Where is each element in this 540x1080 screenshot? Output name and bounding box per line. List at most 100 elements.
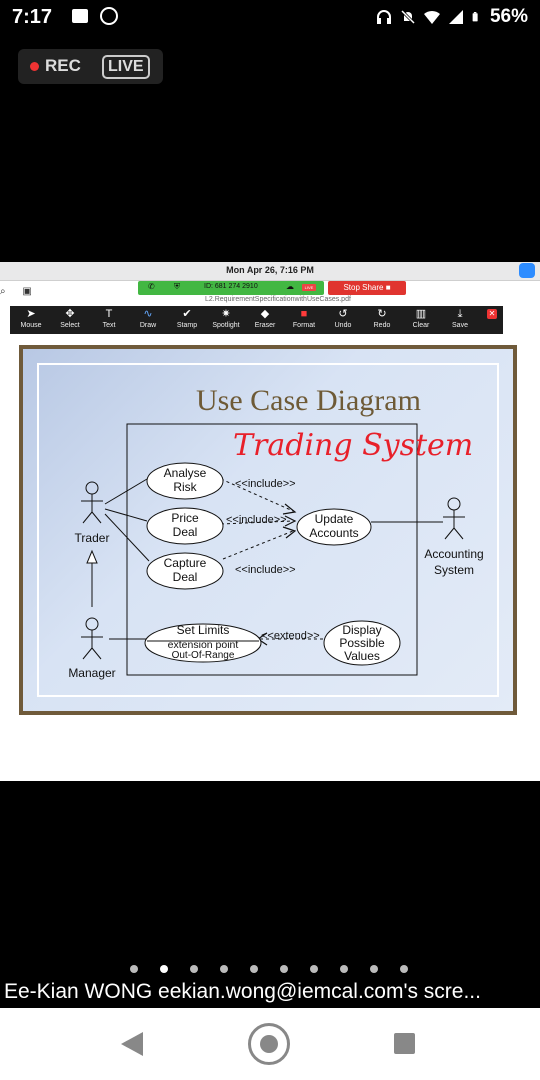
- toolbar-label: Mouse: [20, 322, 42, 329]
- undo-icon: ↺: [338, 308, 348, 320]
- use-case-capture-deal-2: Deal: [173, 570, 198, 584]
- toolbar-save-button[interactable]: ⤓ Save: [441, 306, 479, 334]
- slide: Use Case Diagram Trading System Trader M…: [23, 349, 513, 711]
- generalization-arrow: [86, 549, 98, 607]
- toolbar-label: Undo: [334, 322, 352, 329]
- rec-dot-icon: [30, 62, 39, 71]
- use-case-analyse-risk-1: Analyse: [164, 466, 207, 480]
- toolbar-spotlight-button[interactable]: ✷ Spotlight: [207, 306, 245, 334]
- wifi-icon: [423, 10, 440, 24]
- use-case-set-limits: Set Limits: [177, 623, 230, 637]
- toolbar-label: Redo: [373, 322, 391, 329]
- use-case-price-deal-2: Deal: [173, 525, 198, 539]
- toolbar-clear-button[interactable]: ▥ Clear: [402, 306, 440, 334]
- page-dot[interactable]: [160, 965, 168, 973]
- toolbar-select-button[interactable]: ✥ Select: [51, 306, 89, 334]
- use-case-price-deal-1: Price: [171, 511, 199, 525]
- toolbar-text-button[interactable]: T Text: [90, 306, 128, 334]
- move-icon: ✥: [65, 308, 75, 320]
- toolbar-label: Select: [60, 322, 80, 329]
- check-icon: ✔: [182, 308, 192, 320]
- mute-bell-icon: [400, 9, 416, 25]
- actor-accounting-label-2: System: [434, 563, 474, 577]
- live-tag: LIVE: [302, 284, 316, 291]
- use-case-display-values-1: Display: [342, 623, 381, 637]
- trash-icon: ▥: [415, 308, 427, 320]
- actor-trader: [81, 481, 103, 524]
- whatsapp-notification-icon: [100, 7, 118, 25]
- close-toolbar-icon[interactable]: ✕: [487, 309, 497, 319]
- headset-icon: [376, 10, 391, 24]
- search-icon[interactable]: ⌕: [0, 286, 6, 297]
- recording-indicator[interactable]: REC LIVE: [18, 49, 163, 84]
- stop-share-label: Stop Share: [343, 283, 384, 292]
- use-case-update-accounts-2: Accounts: [309, 526, 358, 540]
- annotation-toolbar: ➤ Mouse ✥ Select T Text ∿ Draw ✔ Stamp ✷ Spotlight ◆…: [10, 306, 503, 334]
- page-dot[interactable]: [370, 965, 378, 973]
- page-indicator: [0, 962, 540, 978]
- save-icon: ⤓: [457, 308, 463, 320]
- cursor-icon: ➤: [26, 308, 36, 320]
- meeting-id: ID: 681 274 2910: [204, 283, 258, 290]
- toolbar-format-button[interactable]: ■ Format: [285, 306, 323, 334]
- status-right: 56%: [376, 6, 528, 28]
- battery-icon: [472, 12, 478, 22]
- use-case-capture-deal-1: Capture: [164, 556, 207, 570]
- actor-trader-label: Trader: [75, 531, 110, 545]
- back-icon[interactable]: [121, 1032, 143, 1056]
- use-case-display-values-2: Possible: [339, 636, 385, 650]
- eraser-icon: ◆: [260, 308, 270, 320]
- toolbar-redo-button[interactable]: ↻ Redo: [363, 306, 401, 334]
- page-dot[interactable]: [130, 965, 138, 973]
- page-dot[interactable]: [310, 965, 318, 973]
- use-case-display-values-3: Values: [344, 649, 380, 663]
- use-case-analyse-risk-2: Risk: [173, 480, 197, 494]
- toolbar-label: Format: [292, 322, 316, 329]
- clipboard-icon[interactable]: ▣: [22, 286, 31, 297]
- shared-screen[interactable]: Mon Apr 26, 7:16 PM ⌕ ▣ ✆ ⛨ ID: 681 274 …: [0, 262, 540, 781]
- slide-frame: Use Case Diagram Trading System Trader M…: [19, 345, 517, 715]
- page-dot[interactable]: [250, 965, 258, 973]
- include-label-1: <<include>>: [235, 478, 296, 490]
- toolbar-stamp-button[interactable]: ✔ Stamp: [168, 306, 206, 334]
- toolbar-label: Text: [102, 322, 116, 329]
- left-icons: ⌕ ▣: [0, 286, 32, 297]
- actor-manager: [81, 617, 103, 660]
- image-notification-icon: [72, 9, 88, 23]
- page-dot[interactable]: [340, 965, 348, 973]
- home-icon-inner: [260, 1035, 278, 1053]
- battery-percent: 56%: [489, 6, 528, 27]
- page-dot[interactable]: [190, 965, 198, 973]
- actor-accounting-system: [443, 497, 465, 540]
- camera-icon[interactable]: [519, 263, 535, 278]
- format-icon: ■: [300, 308, 308, 320]
- page-dot[interactable]: [280, 965, 288, 973]
- mac-date: Mon Apr 26, 7:16 PM: [226, 265, 314, 275]
- toolbar-label: Stamp: [176, 322, 198, 329]
- toolbar-draw-button[interactable]: ∿ Draw: [129, 306, 167, 334]
- toolbar-label: Clear: [412, 322, 430, 329]
- text-icon: T: [105, 308, 113, 320]
- toolbar-eraser-button[interactable]: ◆ Eraser: [246, 306, 284, 334]
- document-name: L2.RequirementSpecificationwithUseCases.…: [205, 296, 351, 303]
- draw-icon: ∿: [143, 308, 153, 320]
- navigation-bar: [0, 1008, 540, 1080]
- status-time: 7:17: [12, 6, 53, 28]
- handwritten-annotation: Trading System: [233, 428, 473, 463]
- actor-manager-label: Manager: [68, 666, 115, 680]
- toolbar-label: Draw: [139, 322, 157, 329]
- page-dot[interactable]: [400, 965, 408, 973]
- zoom-meeting-bar[interactable]: ✆ ⛨ ID: 681 274 2910 ☁ LIVE: [138, 281, 324, 295]
- toolbar-label: Eraser: [254, 322, 276, 329]
- toolbar-undo-button[interactable]: ↺ Undo: [324, 306, 362, 334]
- rec-label: REC: [45, 56, 81, 75]
- cloud-icon: ☁: [286, 282, 294, 291]
- toolbar-mouse-button[interactable]: ➤ Mouse: [12, 306, 50, 334]
- phone-icon: ✆: [148, 282, 155, 291]
- home-icon[interactable]: [248, 1023, 290, 1065]
- wand-icon: ✷: [221, 308, 231, 320]
- stop-share-button[interactable]: Stop Share ■: [328, 281, 406, 295]
- page-dot[interactable]: [220, 965, 228, 973]
- recents-icon[interactable]: [394, 1033, 415, 1054]
- include-label-2: <<include>>: [226, 514, 287, 526]
